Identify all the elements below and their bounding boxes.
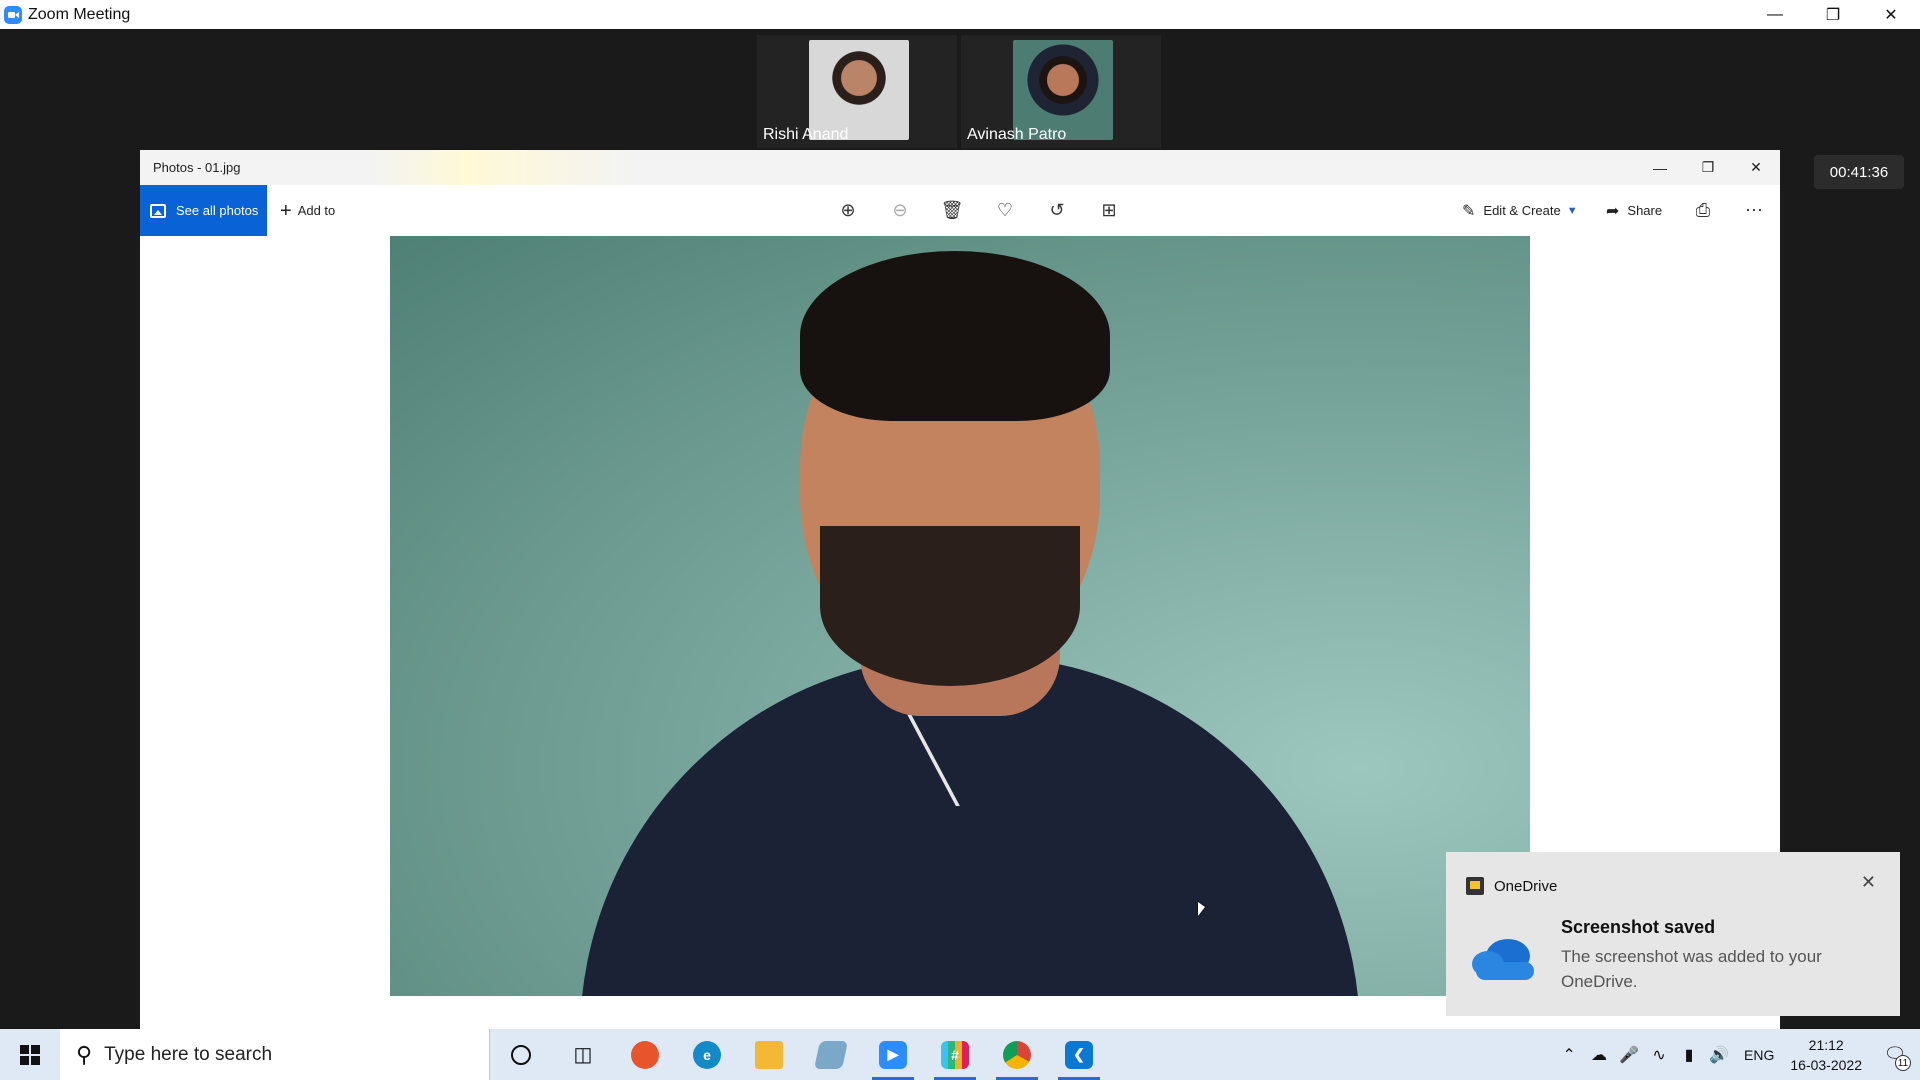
- taskbar-app-file-explorer[interactable]: [738, 1029, 800, 1080]
- taskbar-app-zoom[interactable]: ▶: [862, 1029, 924, 1080]
- mouse-cursor-icon: [1198, 902, 1205, 916]
- photos-title-bar: Photos - 01.jpg — ❐ ✕: [140, 150, 1780, 185]
- edit-icon: ✎: [1462, 202, 1476, 220]
- photos-toolbar: See all photos + Add to ⊕ ⊖ 🗑 ♡ ↺ ⊞ ✎ Ed…: [140, 185, 1780, 236]
- delete-icon[interactable]: 🗑: [932, 185, 972, 236]
- close-icon[interactable]: ✕: [1732, 150, 1780, 185]
- notification-app-name: OneDrive: [1494, 877, 1558, 895]
- share-icon: ➦: [1606, 202, 1620, 220]
- minimize-icon[interactable]: —: [1636, 150, 1684, 185]
- close-icon[interactable]: ✕: [1861, 872, 1876, 893]
- share-button[interactable]: ➦ Share: [1606, 185, 1662, 236]
- volume-icon[interactable]: 🔊: [1704, 1045, 1734, 1065]
- file-explorer-icon: [755, 1040, 783, 1069]
- system-tray: ⌃ ☁ 🎤 ∿ ▮ 🔊 ENG 21:12 16-03-2022 🗨 11: [1554, 1029, 1920, 1080]
- see-all-photos-button[interactable]: See all photos: [140, 185, 267, 236]
- participant-name: Avinash Patro: [967, 126, 1067, 143]
- participant-name: Rishi Anand: [763, 126, 849, 143]
- microphone-icon[interactable]: 🎤: [1614, 1045, 1644, 1065]
- notes-app-icon: [814, 1040, 848, 1069]
- cortana-icon: [511, 1044, 531, 1065]
- search-placeholder: Type here to search: [104, 1043, 273, 1065]
- zoom-out-icon[interactable]: ⊖: [880, 185, 920, 236]
- crop-icon[interactable]: ⊞: [1089, 185, 1129, 236]
- picture-icon: [150, 203, 166, 218]
- taskbar-app-edge[interactable]: e: [676, 1029, 738, 1080]
- rotate-icon[interactable]: ↺: [1037, 185, 1077, 236]
- taskbar-clock[interactable]: 21:12 16-03-2022: [1790, 1035, 1862, 1075]
- notification-count: 11: [1895, 1055, 1911, 1071]
- chrome-icon: [1003, 1040, 1031, 1069]
- clock-date: 16-03-2022: [1790, 1056, 1862, 1073]
- photos-window-title: Photos - 01.jpg: [153, 160, 241, 175]
- add-to-button[interactable]: + Add to: [280, 185, 335, 236]
- participant-tile[interactable]: Rishi Anand: [757, 35, 957, 148]
- zoom-in-icon[interactable]: ⊕: [828, 185, 868, 236]
- taskbar-app-slack[interactable]: #: [924, 1029, 986, 1080]
- taskbar-app-notes[interactable]: [800, 1029, 862, 1080]
- notification-heading: Screenshot saved: [1561, 917, 1716, 937]
- onedrive-cloud-icon: [1472, 939, 1534, 980]
- taskbar-app-chrome[interactable]: [986, 1029, 1048, 1080]
- chevron-down-icon: ▼: [1566, 204, 1578, 217]
- vscode-icon: ❮: [1065, 1040, 1093, 1069]
- onedrive-notification[interactable]: OneDrive ✕ Screenshot saved The screensh…: [1446, 852, 1900, 1016]
- restore-icon[interactable]: ❐: [1684, 150, 1732, 185]
- action-center-button[interactable]: 🗨 11: [1870, 1029, 1920, 1080]
- notification-app: OneDrive: [1466, 877, 1557, 895]
- plus-icon: +: [280, 199, 292, 222]
- edge-browser-icon: e: [693, 1040, 721, 1069]
- print-icon[interactable]: ⎙: [1683, 185, 1723, 236]
- battery-icon[interactable]: ▮: [1674, 1045, 1704, 1065]
- zoom-logo-icon: [4, 5, 22, 24]
- favorite-heart-icon[interactable]: ♡: [985, 185, 1025, 236]
- photo-image[interactable]: [390, 236, 1530, 996]
- snip-sketch-icon: [631, 1040, 659, 1069]
- edit-create-label: Edit & Create: [1483, 203, 1561, 218]
- photo-subject-hair: [800, 251, 1110, 421]
- edit-create-button[interactable]: ✎ Edit & Create ▼: [1462, 185, 1578, 236]
- windows-logo-icon: [20, 1044, 40, 1065]
- photo-subject-beard: [820, 526, 1080, 686]
- participant-video: [809, 40, 909, 140]
- participant-video: [1013, 40, 1113, 140]
- slack-icon: #: [941, 1040, 969, 1069]
- clock-time: 21:12: [1808, 1036, 1844, 1053]
- meeting-timer: 00:41:36: [1814, 155, 1904, 189]
- task-view-icon: ◫: [573, 1044, 593, 1066]
- more-options-icon[interactable]: ⋯: [1734, 185, 1774, 236]
- window-controls: — ❐ ✕: [1746, 0, 1920, 29]
- taskbar-app-vscode[interactable]: ❮: [1048, 1029, 1110, 1080]
- notification-body: The screenshot was added to your OneDriv…: [1561, 947, 1822, 991]
- see-all-photos-label: See all photos: [176, 203, 259, 218]
- taskbar-search[interactable]: ⚲ Type here to search: [60, 1029, 490, 1080]
- minimize-icon[interactable]: —: [1746, 0, 1804, 29]
- restore-icon[interactable]: ❐: [1804, 0, 1862, 29]
- zoom-title-bar: Zoom Meeting — ❐ ✕: [0, 0, 1920, 29]
- cortana-button[interactable]: [490, 1029, 552, 1080]
- share-label: Share: [1627, 203, 1663, 218]
- start-button[interactable]: [0, 1029, 60, 1080]
- search-icon: ⚲: [76, 1041, 93, 1067]
- taskbar: ⚲ Type here to search ◫ e ▶ # ❮ ⌃ ☁ 🎤 ∿ …: [0, 1029, 1920, 1080]
- window-title: Zoom Meeting: [28, 5, 131, 23]
- show-hidden-icons-icon[interactable]: ⌃: [1554, 1045, 1584, 1065]
- input-language[interactable]: ENG: [1744, 1047, 1774, 1063]
- onedrive-app-icon: [1466, 877, 1484, 895]
- onedrive-tray-icon[interactable]: ☁: [1584, 1045, 1614, 1065]
- photos-window-controls: — ❐ ✕: [1636, 150, 1780, 185]
- wifi-icon[interactable]: ∿: [1644, 1045, 1674, 1065]
- zoom-app-icon: ▶: [879, 1040, 907, 1069]
- task-view-button[interactable]: ◫: [552, 1029, 614, 1080]
- add-to-label: Add to: [297, 203, 336, 218]
- taskbar-app-snip[interactable]: [614, 1029, 676, 1080]
- participant-tile[interactable]: Avinash Patro: [961, 35, 1161, 148]
- close-icon[interactable]: ✕: [1862, 0, 1920, 29]
